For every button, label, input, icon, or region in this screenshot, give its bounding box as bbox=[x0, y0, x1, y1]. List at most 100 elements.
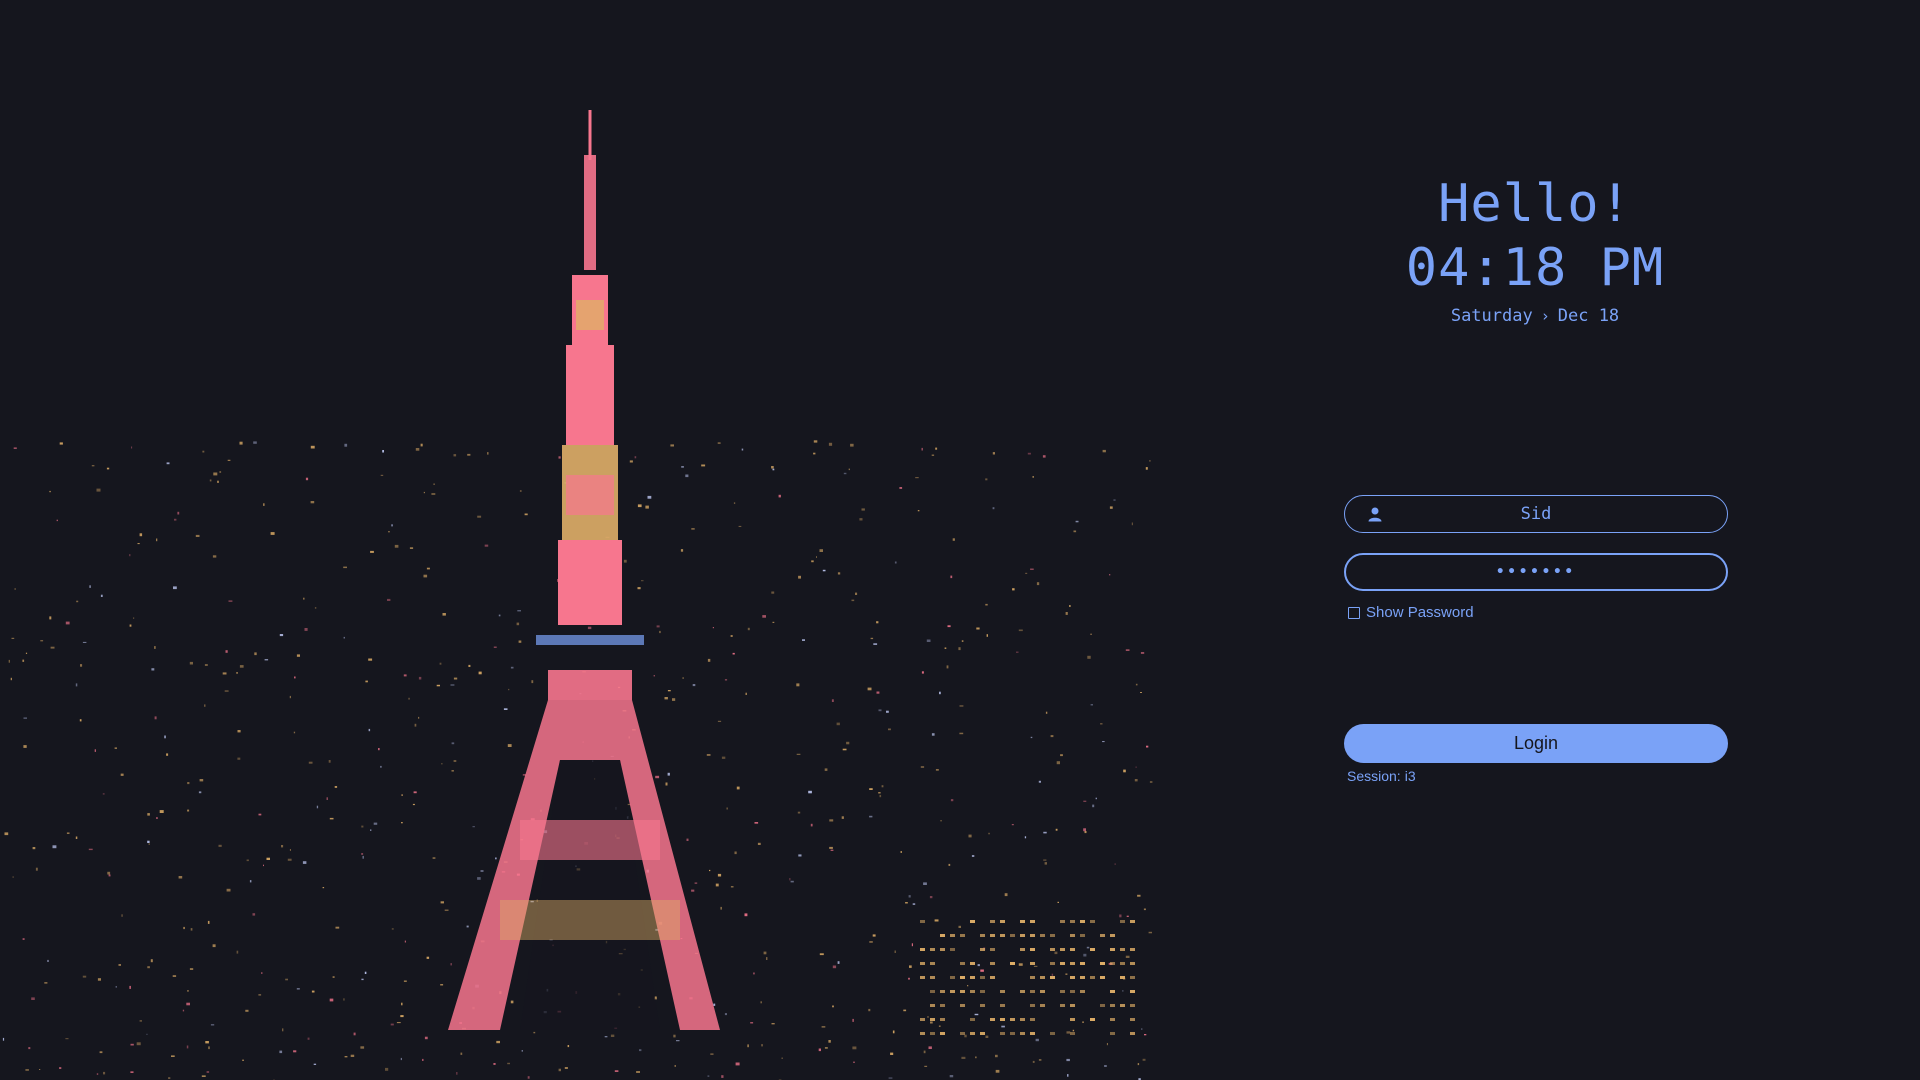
building-window bbox=[920, 948, 925, 951]
city-light bbox=[400, 1057, 402, 1061]
city-light bbox=[837, 572, 841, 575]
session-selector[interactable]: Session: i3 bbox=[1347, 768, 1416, 784]
city-light bbox=[929, 896, 933, 899]
city-light bbox=[869, 815, 873, 818]
building-window bbox=[970, 976, 975, 979]
city-light bbox=[930, 1021, 933, 1024]
city-light bbox=[995, 1054, 998, 1058]
username-field[interactable]: Sid bbox=[1344, 495, 1728, 533]
building-window bbox=[1110, 1018, 1115, 1021]
city-light bbox=[287, 858, 292, 861]
city-light bbox=[1065, 973, 1068, 975]
city-light bbox=[527, 1076, 530, 1079]
login-button[interactable]: Login bbox=[1344, 724, 1728, 763]
city-light bbox=[136, 1042, 141, 1046]
building-window bbox=[1100, 1004, 1105, 1007]
city-light bbox=[1038, 780, 1041, 783]
building-window bbox=[960, 934, 965, 937]
city-light bbox=[667, 772, 670, 776]
city-light bbox=[227, 459, 231, 461]
city-light bbox=[368, 728, 371, 732]
city-light bbox=[148, 843, 150, 845]
building-window bbox=[1080, 920, 1085, 923]
city-light bbox=[147, 813, 150, 816]
city-light bbox=[1082, 1021, 1084, 1023]
city-light bbox=[931, 454, 935, 456]
city-light bbox=[219, 471, 222, 473]
building-window bbox=[930, 948, 935, 951]
building-window bbox=[1030, 948, 1035, 951]
city-light bbox=[772, 468, 775, 471]
show-password-toggle[interactable]: Show Password bbox=[1348, 604, 1474, 621]
city-light bbox=[653, 675, 655, 677]
city-light bbox=[32, 847, 36, 850]
city-light bbox=[440, 984, 444, 986]
city-light bbox=[178, 876, 183, 879]
building-window bbox=[1090, 948, 1095, 951]
city-light bbox=[436, 684, 440, 687]
password-field[interactable]: ••••••• bbox=[1344, 553, 1728, 591]
city-light bbox=[636, 1071, 640, 1073]
building-window bbox=[1030, 976, 1035, 979]
building-window bbox=[960, 1004, 965, 1007]
city-light bbox=[672, 698, 676, 701]
city-light bbox=[828, 1040, 831, 1043]
city-light bbox=[1100, 723, 1103, 725]
city-light bbox=[1102, 741, 1105, 743]
building-window bbox=[920, 976, 925, 979]
city-light bbox=[967, 985, 969, 987]
building-window bbox=[930, 1032, 935, 1035]
city-light bbox=[853, 1061, 855, 1063]
building-window bbox=[1130, 962, 1135, 965]
city-light bbox=[717, 873, 722, 877]
username-value: Sid bbox=[1520, 504, 1552, 524]
city-light bbox=[1027, 452, 1031, 455]
building-window bbox=[950, 948, 955, 951]
city-light bbox=[496, 1040, 500, 1044]
city-light bbox=[1148, 931, 1152, 934]
city-light bbox=[1018, 963, 1023, 966]
city-light bbox=[204, 664, 208, 666]
building-window bbox=[1030, 1018, 1035, 1021]
building-window bbox=[1130, 948, 1135, 951]
city-light bbox=[204, 704, 206, 707]
city-light bbox=[709, 869, 711, 872]
city-light bbox=[610, 1034, 615, 1037]
building-window bbox=[960, 962, 965, 965]
building-window bbox=[980, 934, 985, 937]
city-light bbox=[934, 919, 939, 922]
city-light bbox=[852, 1046, 857, 1050]
city-light bbox=[876, 691, 880, 694]
city-light bbox=[293, 1050, 297, 1053]
city-light bbox=[137, 543, 140, 545]
city-light bbox=[467, 453, 471, 456]
city-light bbox=[450, 684, 455, 686]
city-light bbox=[96, 488, 101, 492]
city-light bbox=[412, 803, 415, 806]
city-light bbox=[261, 972, 263, 974]
building-window bbox=[1110, 990, 1115, 993]
city-light bbox=[813, 452, 816, 455]
city-light bbox=[344, 443, 348, 447]
city-light bbox=[659, 630, 661, 634]
city-light bbox=[289, 849, 291, 851]
city-light bbox=[810, 823, 813, 827]
city-light bbox=[976, 627, 980, 630]
city-light bbox=[1122, 990, 1124, 992]
show-password-checkbox[interactable] bbox=[1348, 606, 1360, 619]
city-light bbox=[159, 810, 164, 813]
city-light bbox=[1131, 522, 1133, 526]
city-light bbox=[466, 925, 469, 928]
city-light bbox=[130, 1043, 134, 1046]
city-light bbox=[76, 600, 79, 603]
city-light bbox=[477, 515, 482, 518]
building-window bbox=[1070, 976, 1075, 979]
city-light bbox=[670, 444, 674, 447]
building-window bbox=[1130, 990, 1135, 993]
city-light bbox=[604, 1036, 608, 1038]
city-light bbox=[253, 441, 257, 444]
city-light bbox=[451, 742, 455, 745]
city-light bbox=[378, 748, 380, 751]
city-light bbox=[316, 805, 319, 809]
city-light bbox=[876, 621, 879, 624]
